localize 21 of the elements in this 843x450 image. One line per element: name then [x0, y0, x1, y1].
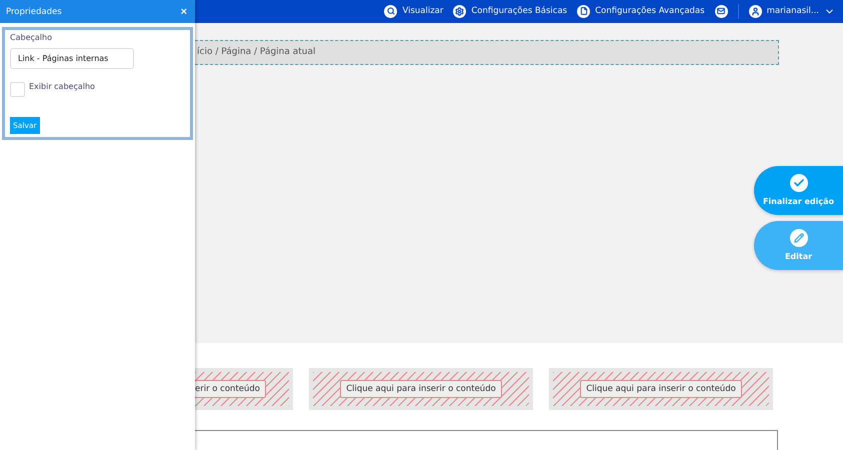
- insert-content-button[interactable]: Clique aqui para inserir o conteúdo: [580, 380, 742, 398]
- mail-icon[interactable]: [714, 4, 728, 18]
- checkbox-label: Exibir cabeçalho: [29, 82, 95, 91]
- search-icon: [384, 4, 398, 18]
- nav-link[interactable]: Visualizar: [384, 4, 444, 18]
- breadcrumb: ício / Página / Página atual: [195, 40, 779, 65]
- panel-title: Propriedades: [6, 6, 62, 16]
- nav-link[interactable]: Configurações Avançadas: [577, 4, 705, 18]
- close-button[interactable]: ×: [180, 6, 187, 18]
- settings-icon: [453, 4, 466, 18]
- checkbox[interactable]: [10, 82, 25, 97]
- document-icon: [577, 4, 590, 18]
- header-field[interactable]: Link - Páginas internas: [10, 48, 134, 69]
- pencil-icon: [790, 229, 808, 248]
- user-icon: [748, 4, 762, 18]
- user-menu[interactable]: marianasil...: [748, 4, 835, 18]
- insert-content-button[interactable]: erir o conteúdo: [195, 380, 266, 398]
- check-icon: [790, 174, 808, 192]
- section-label: Cabeçalho: [10, 33, 53, 42]
- insert-content-button[interactable]: Clique aqui para inserir o conteúdo: [340, 380, 502, 398]
- nav-link[interactable]: Configurações Básicas: [453, 4, 568, 18]
